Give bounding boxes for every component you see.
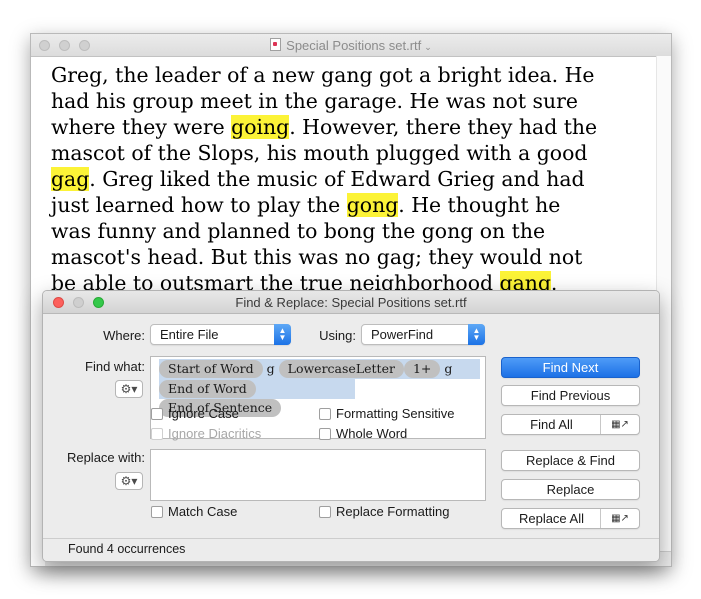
- find-all-label: Find All: [530, 417, 573, 432]
- find-all-options-icon[interactable]: ▦↗: [600, 415, 639, 434]
- using-label: Using:: [319, 328, 356, 343]
- replace-formatting-label: Replace Formatting: [336, 504, 450, 519]
- ignore-diacritics-label: Ignore Diacritics: [168, 426, 262, 441]
- pattern-token[interactable]: 1+: [403, 360, 441, 378]
- find-what-label: Find what:: [85, 359, 145, 374]
- document-line: mascot's head. But this was no gag; they…: [51, 244, 631, 270]
- where-popup[interactable]: Entire File ▲ ▼: [150, 324, 291, 345]
- chevron-down-icon: ⌄: [424, 42, 432, 52]
- text-run: . Greg liked the music of Edward Grieg a…: [89, 167, 585, 191]
- pattern-token[interactable]: LowercaseLetter: [278, 360, 404, 378]
- document-line: Greg, the leader of a new gang got a bri…: [51, 62, 631, 88]
- document-line: mascot of the Slops, his mouth plugged w…: [51, 140, 631, 166]
- document-titlebar: Special Positions set.rtf ⌄: [31, 34, 671, 57]
- document-line: was funny and planned to bong the gong o…: [51, 218, 631, 244]
- find-next-button[interactable]: Find Next: [501, 357, 640, 378]
- document-line: gag. Greg liked the music of Edward Grie…: [51, 166, 631, 192]
- checkbox-box: [151, 506, 163, 518]
- whole-word-checkbox[interactable]: Whole Word: [319, 426, 407, 442]
- find-replace-titlebar: Find & Replace: Special Positions set.rt…: [43, 291, 659, 314]
- checkbox-box: [319, 408, 331, 420]
- whole-word-label: Whole Word: [336, 426, 408, 441]
- pattern-literal[interactable]: g: [444, 360, 452, 378]
- popup-arrows-icon: ▲ ▼: [274, 324, 291, 345]
- text-run: . However, there they had the: [289, 115, 598, 139]
- using-popup-value: PowerFind: [371, 327, 434, 342]
- find-replace-window: Find & Replace: Special Positions set.rt…: [42, 290, 660, 562]
- highlighted-match: going: [231, 115, 290, 139]
- where-popup-value: Entire File: [160, 327, 219, 342]
- popup-arrows-icon: ▲ ▼: [468, 324, 485, 345]
- text-run: mascot of the Slops, his mouth plugged w…: [51, 141, 588, 165]
- gear-icon: ⚙▾: [120, 474, 138, 488]
- ignore-diacritics-checkbox[interactable]: Ignore Diacritics: [151, 426, 261, 442]
- text-run: was funny and planned to bong the gong o…: [51, 219, 546, 243]
- ignore-case-label: Ignore Case: [168, 406, 239, 421]
- checkbox-box: [151, 408, 163, 420]
- pattern-token[interactable]: End of Word: [159, 380, 256, 398]
- replace-with-field[interactable]: [150, 449, 486, 501]
- using-popup[interactable]: PowerFind ▲ ▼: [361, 324, 485, 345]
- replace-gear-menu[interactable]: ⚙▾: [115, 472, 143, 490]
- where-label: Where:: [103, 328, 145, 343]
- text-run: had his group meet in the garage. He was…: [51, 89, 578, 113]
- text-run: just learned how to play the: [51, 193, 347, 217]
- document-line: had his group meet in the garage. He was…: [51, 88, 631, 114]
- gear-icon: ⚙▾: [120, 382, 138, 396]
- document-body-text[interactable]: Greg, the leader of a new gang got a bri…: [51, 62, 631, 296]
- checkbox-box: [319, 428, 331, 440]
- find-pattern-row-2: End of WordEnd of Sentence: [159, 379, 355, 417]
- pattern-token[interactable]: Start of Word: [159, 360, 263, 378]
- find-previous-button[interactable]: Find Previous: [501, 385, 640, 406]
- replace-all-label: Replace All: [518, 511, 585, 526]
- find-replace-statusbar: Found 4 occurrences: [43, 538, 659, 561]
- match-case-label: Match Case: [168, 504, 238, 519]
- replace-and-find-button[interactable]: Replace & Find: [501, 450, 640, 471]
- formatting-sensitive-checkbox[interactable]: Formatting Sensitive: [319, 406, 455, 422]
- find-replace-title: Find & Replace: Special Positions set.rt…: [235, 295, 467, 310]
- formatting-sensitive-label: Formatting Sensitive: [336, 406, 455, 421]
- text-run: where they were: [51, 115, 232, 139]
- match-case-checkbox[interactable]: Match Case: [151, 504, 237, 520]
- find-pattern-row-1: Start of Word g LowercaseLetter 1+ g: [159, 359, 480, 379]
- checkbox-box: [319, 506, 331, 518]
- document-line: just learned how to play the gong. He th…: [51, 192, 631, 218]
- find-all-button[interactable]: Find All ▦↗: [501, 414, 640, 435]
- text-run: Greg, the leader of a new gang got a bri…: [51, 63, 595, 87]
- replace-with-label: Replace with:: [66, 450, 145, 465]
- highlighted-match: gag: [51, 167, 90, 191]
- replace-all-options-icon[interactable]: ▦↗: [600, 509, 639, 528]
- status-text: Found 4 occurrences: [68, 542, 186, 556]
- replace-all-button[interactable]: Replace All ▦↗: [501, 508, 640, 529]
- replace-button[interactable]: Replace: [501, 479, 640, 500]
- document-line: where they were going. However, there th…: [51, 114, 631, 140]
- checkbox-box: [151, 428, 163, 440]
- pattern-literal[interactable]: g: [267, 360, 275, 378]
- text-run: mascot's head. But this was no gag; they…: [51, 245, 583, 269]
- highlighted-match: gong: [346, 193, 399, 217]
- replace-formatting-checkbox[interactable]: Replace Formatting: [319, 504, 449, 520]
- document-title[interactable]: Special Positions set.rtf ⌄: [31, 38, 671, 53]
- find-gear-menu[interactable]: ⚙▾: [115, 380, 143, 398]
- text-run: . He thought he: [398, 193, 561, 217]
- ignore-case-checkbox[interactable]: Ignore Case: [151, 406, 239, 422]
- document-title-text: Special Positions set.rtf: [286, 38, 422, 53]
- rtf-file-icon: [270, 38, 282, 51]
